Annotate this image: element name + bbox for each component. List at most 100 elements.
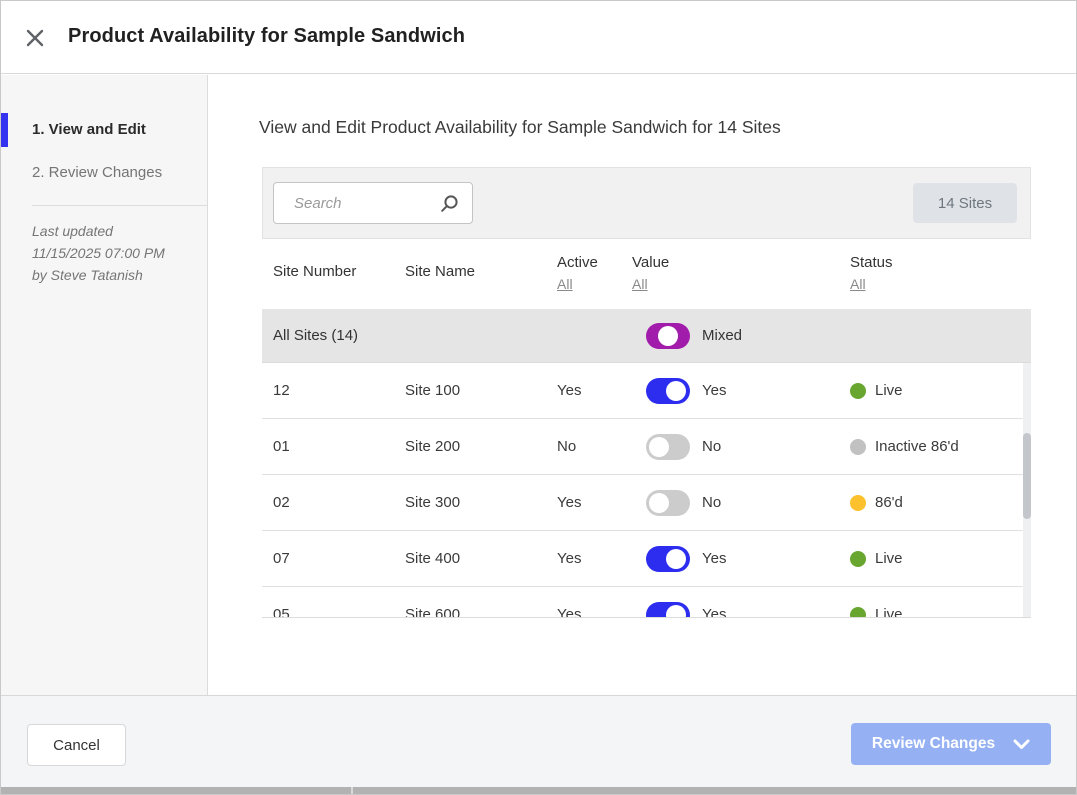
status-label: Live (875, 606, 903, 618)
step-label: 2. Review Changes (32, 164, 162, 181)
site-name-cell: Site 400 (405, 550, 557, 567)
value-cell: No (632, 490, 850, 516)
value-toggle[interactable] (646, 378, 690, 404)
status-label: Live (875, 550, 903, 567)
status-label: 86'd (875, 494, 903, 511)
column-header-active: Active All (557, 239, 632, 309)
active-filter-all-link[interactable]: All (557, 276, 573, 292)
cancel-button[interactable]: Cancel (27, 724, 126, 766)
chevron-down-icon (1013, 739, 1030, 750)
site-name-cell: Site 100 (405, 382, 557, 399)
site-number-cell: 07 (273, 550, 405, 567)
sidebar-divider (32, 205, 207, 206)
status-dot (850, 607, 866, 619)
site-name-cell: Site 600 (405, 606, 557, 618)
table-scrollbar-thumb[interactable] (1023, 433, 1031, 519)
sites-count-button[interactable]: 14 Sites (913, 183, 1017, 223)
step-label: 1. View and Edit (32, 121, 146, 138)
active-cell: Yes (557, 606, 632, 618)
toggle-knob (649, 493, 669, 513)
table-row: 12 Site 100 Yes Yes Live (262, 363, 1031, 419)
site-name-cell: Site 200 (405, 438, 557, 455)
toggle-knob (649, 437, 669, 457)
site-name-cell: Site 300 (405, 494, 557, 511)
toggle-knob (658, 326, 678, 346)
table-row: 07 Site 400 Yes Yes Live (262, 531, 1031, 587)
value-cell: Yes (632, 602, 850, 619)
status-cell: 86'd (850, 494, 1031, 511)
value-label: Yes (702, 606, 726, 618)
status-dot (850, 551, 866, 567)
all-sites-toggle-label: Mixed (702, 327, 742, 344)
toggle-knob (666, 605, 686, 619)
value-label: Yes (702, 382, 726, 399)
value-toggle[interactable] (646, 434, 690, 460)
last-updated-timestamp: 11/15/2025 07:00 PM (32, 242, 193, 264)
column-header-value: Value All (632, 239, 850, 309)
sidebar-step-view-and-edit[interactable]: 1. View and Edit (0, 113, 207, 147)
table-row: 02 Site 300 Yes No 86'd (262, 475, 1031, 531)
value-toggle[interactable] (646, 546, 690, 572)
value-cell: Yes (632, 546, 850, 572)
column-header-site-number: Site Number (273, 239, 405, 309)
value-label: No (702, 438, 721, 455)
all-sites-value-toggle[interactable] (646, 323, 690, 349)
sites-table: Site Number Site Name Active All Value A… (262, 239, 1031, 618)
active-cell: No (557, 438, 632, 455)
background-page-divider (351, 787, 353, 795)
last-updated-author: by Steve Tatanish (32, 264, 193, 286)
status-filter-all-link[interactable]: All (850, 276, 866, 292)
active-cell: Yes (557, 494, 632, 511)
all-sites-summary-row: All Sites (14) Mixed (262, 309, 1031, 362)
toggle-knob (666, 549, 686, 569)
status-dot (850, 495, 866, 511)
last-updated-line1: Last updated (32, 220, 193, 242)
background-page-strip (0, 787, 1077, 795)
close-icon[interactable] (23, 26, 47, 50)
product-availability-modal: Product Availability for Sample Sandwich… (0, 0, 1077, 795)
value-toggle[interactable] (646, 490, 690, 516)
search-toolbar: 14 Sites (262, 167, 1031, 239)
table-scrollbar-track[interactable] (1023, 363, 1031, 618)
review-changes-button[interactable]: Review Changes (851, 723, 1051, 765)
active-cell: Yes (557, 382, 632, 399)
value-label: Yes (702, 550, 726, 567)
site-number-cell: 02 (273, 494, 405, 511)
toggle-knob (666, 381, 686, 401)
value-filter-all-link[interactable]: All (632, 276, 648, 292)
all-sites-value-cell: Mixed (632, 323, 850, 349)
site-number-cell: 12 (273, 382, 405, 399)
modal-title: Product Availability for Sample Sandwich (68, 25, 465, 48)
modal-footer: Cancel Review Changes (0, 695, 1077, 787)
sidebar-step-review-changes[interactable]: 2. Review Changes (0, 156, 207, 190)
modal-header: Product Availability for Sample Sandwich (0, 0, 1077, 74)
active-cell: Yes (557, 550, 632, 567)
site-number-cell: 01 (273, 438, 405, 455)
search-input[interactable] (274, 183, 472, 223)
value-toggle[interactable] (646, 602, 690, 619)
close-x-glyph (25, 28, 45, 48)
status-dot (850, 439, 866, 455)
table-header-row: Site Number Site Name Active All Value A… (262, 239, 1031, 309)
status-cell: Live (850, 550, 1031, 567)
page-title: View and Edit Product Availability for S… (259, 117, 781, 138)
column-header-status: Status All (850, 239, 1031, 309)
value-cell: No (632, 434, 850, 460)
status-label: Inactive 86'd (875, 438, 959, 455)
main-panel: View and Edit Product Availability for S… (209, 75, 1077, 695)
value-cell: Yes (632, 378, 850, 404)
search-box (273, 182, 473, 224)
status-cell: Live (850, 382, 1031, 399)
table-row: 05 Site 600 Yes Yes Live (262, 587, 1031, 618)
site-number-cell: 05 (273, 606, 405, 618)
review-changes-label: Review Changes (872, 735, 995, 753)
status-cell: Live (850, 606, 1031, 618)
table-rows-viewport: 12 Site 100 Yes Yes Live 01 Site 200 No … (262, 362, 1031, 618)
table-row: 01 Site 200 No No Inactive 86'd (262, 419, 1031, 475)
all-sites-label: All Sites (14) (273, 327, 405, 344)
status-cell: Inactive 86'd (850, 438, 1031, 455)
steps-sidebar: 1. View and Edit 2. Review Changes Last … (0, 75, 208, 695)
status-dot (850, 383, 866, 399)
active-step-indicator (0, 113, 8, 147)
last-updated-block: Last updated 11/15/2025 07:00 PM by Stev… (32, 220, 193, 286)
